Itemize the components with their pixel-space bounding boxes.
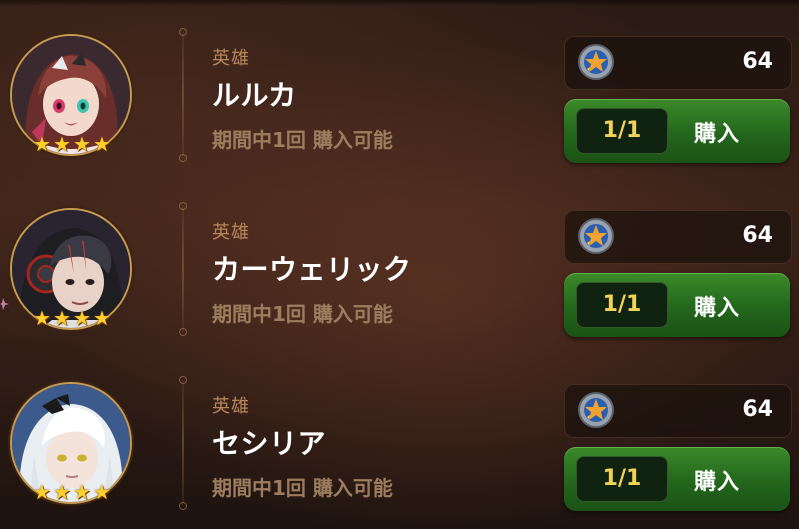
- star-icon: ★: [53, 132, 71, 156]
- purchase-limit-text: 期間中1回 購入可能: [212, 302, 393, 326]
- star-rating: ★ ★ ★ ★: [32, 482, 112, 502]
- buy-label: 購入: [694, 122, 741, 147]
- star-icon: ★: [73, 480, 91, 504]
- star-icon: ★: [33, 480, 51, 504]
- star-icon: ★: [93, 132, 111, 156]
- purchase-limit-text: 期間中1回 購入可能: [212, 476, 393, 500]
- divider-dot: [179, 202, 187, 210]
- buy-button[interactable]: 1/1 購入: [564, 99, 790, 163]
- hero-portrait[interactable]: ★ ★ ★ ★: [10, 34, 132, 156]
- item-type-label: 英雄: [212, 396, 250, 417]
- price-value: 64: [742, 49, 773, 74]
- star-coin-icon: [578, 218, 614, 254]
- divider-dot: [179, 28, 187, 36]
- divider-dot: [179, 154, 187, 162]
- star-icon: ★: [53, 306, 71, 330]
- star-rating: ★ ★ ★ ★: [32, 308, 112, 328]
- star-icon: ★: [73, 132, 91, 156]
- divider: [182, 32, 184, 158]
- price-box: 64: [564, 210, 792, 264]
- shop-item-row: ★ ★ ★ ★ 英雄 ルルカ 期間中1回 購入可能 64 1/1 購入: [0, 4, 799, 176]
- divider-dot: [179, 328, 187, 336]
- purchase-count: 1/1: [576, 456, 668, 502]
- hero-name: セシリア: [212, 427, 327, 460]
- star-icon: ★: [73, 306, 91, 330]
- star-icon: ★: [93, 480, 111, 504]
- star-coin-icon: [578, 392, 614, 428]
- star-coin-icon: [578, 44, 614, 80]
- star-icon: ★: [93, 306, 111, 330]
- divider-dot: [179, 502, 187, 510]
- hero-portrait[interactable]: ★ ★ ★ ★: [10, 208, 132, 330]
- divider-dot: [179, 376, 187, 384]
- star-icon: ★: [33, 306, 51, 330]
- shop-item-row: ★ ★ ★ ★ 英雄 カーウェリック 期間中1回 購入可能 64 1/1 購入: [0, 178, 799, 350]
- purchase-limit-text: 期間中1回 購入可能: [212, 128, 393, 152]
- hero-portrait[interactable]: ★ ★ ★ ★: [10, 382, 132, 504]
- price-value: 64: [742, 397, 773, 422]
- divider: [182, 206, 184, 332]
- hero-name: ルルカ: [212, 79, 297, 112]
- price-box: 64: [564, 36, 792, 90]
- divider: [182, 380, 184, 506]
- star-icon: ★: [53, 480, 71, 504]
- price-value: 64: [742, 223, 773, 248]
- buy-label: 購入: [694, 470, 741, 495]
- buy-button[interactable]: 1/1 購入: [564, 273, 790, 337]
- star-icon: ★: [33, 132, 51, 156]
- shop-item-row: ★ ★ ★ ★ 英雄 セシリア 期間中1回 購入可能 64 1/1 購入: [0, 352, 799, 524]
- buy-button[interactable]: 1/1 購入: [564, 447, 790, 511]
- star-rating: ★ ★ ★ ★: [32, 134, 112, 154]
- purchase-count: 1/1: [576, 282, 668, 328]
- price-box: 64: [564, 384, 792, 438]
- item-type-label: 英雄: [212, 48, 250, 69]
- purchase-count: 1/1: [576, 108, 668, 154]
- buy-label: 購入: [694, 296, 741, 321]
- item-type-label: 英雄: [212, 222, 250, 243]
- hero-name: カーウェリック: [212, 253, 412, 286]
